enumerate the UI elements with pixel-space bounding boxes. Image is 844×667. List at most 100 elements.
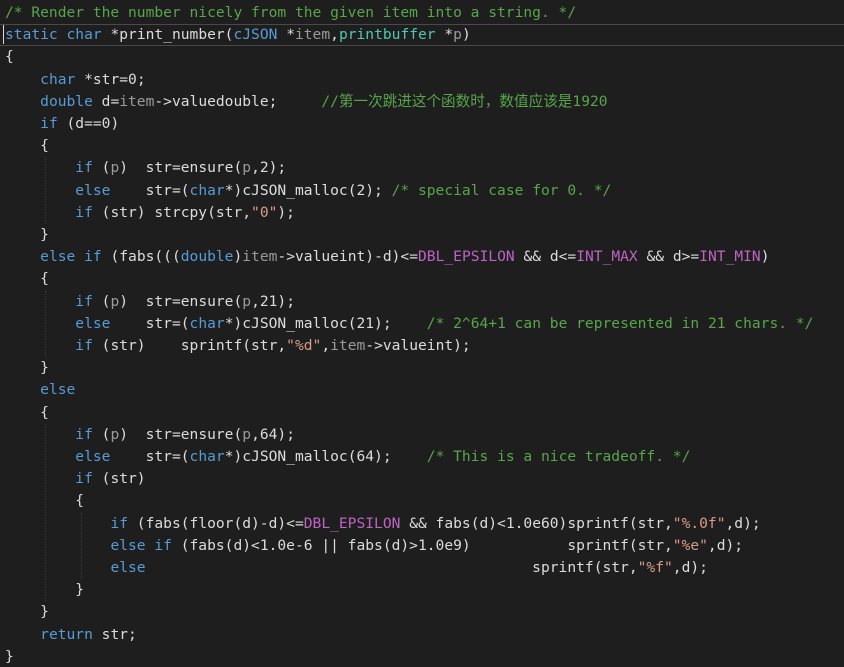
code-line[interactable]: else str=(char*)cJSON_malloc(21); /* 2^6… <box>5 313 813 335</box>
code-token: item <box>330 337 366 354</box>
code-token: } <box>5 647 14 665</box>
code-token: (fabs(floor(d)-d)<= <box>128 514 304 532</box>
indent-guide <box>45 423 46 602</box>
code-token: /* 2^64+1 can be represented in 21 chars… <box>426 314 814 332</box>
code-token: else if <box>110 536 172 554</box>
code-token: , <box>321 337 331 354</box>
code-token: *)cJSON_malloc(64); <box>224 448 427 465</box>
code-token: ) <box>760 248 770 266</box>
code-token: && d<= <box>514 248 577 266</box>
code-token: ( <box>92 425 111 443</box>
code-line[interactable]: { <box>5 135 49 157</box>
code-token: ) str=ensure( <box>119 425 243 443</box>
code-line[interactable]: if (fabs(floor(d)-d)<=DBL_EPSILON && fab… <box>5 513 761 535</box>
code-line[interactable]: { <box>5 402 49 424</box>
code-line[interactable]: if (str) sprintf(str,"%d",item->valueint… <box>5 335 470 357</box>
code-token: p <box>242 292 252 310</box>
code-token: /* Render the number nicely from the giv… <box>5 4 577 21</box>
code-token: if <box>75 425 93 443</box>
code-line[interactable]: if (str) strcpy(str,"0"); <box>5 202 295 224</box>
code-token: && fabs(d)<1.0e60)sprintf(str, <box>400 514 673 532</box>
code-token: sprintf(str, <box>145 559 638 576</box>
code-line[interactable]: else if (fabs(d)<1.0e-6 || fabs(d)>1.0e9… <box>5 535 743 557</box>
code-token: double <box>180 248 234 266</box>
code-line[interactable]: } <box>5 224 49 246</box>
code-line[interactable]: } <box>5 646 14 667</box>
code-token: "0" <box>251 203 278 221</box>
code-line[interactable]: if (p) str=ensure(p,2); <box>5 157 286 179</box>
code-token: "%e" <box>672 536 708 554</box>
code-token: (fabs((( <box>101 248 181 266</box>
code-token: if <box>40 115 58 132</box>
code-token: static <box>5 26 58 44</box>
code-line[interactable]: static char *print_number(cJSON *item,pr… <box>0 24 844 47</box>
code-line[interactable]: else <box>5 379 75 401</box>
code-token: (str) strcpy(str, <box>92 203 252 221</box>
code-line[interactable]: } <box>5 357 49 379</box>
code-token: ); <box>277 203 295 221</box>
code-token: { <box>5 403 49 421</box>
code-token: ,d); <box>725 514 761 532</box>
code-token: p <box>242 425 252 443</box>
code-token: ->valueint)-d)<= <box>277 248 419 266</box>
code-token: ->valuedouble; <box>154 92 322 110</box>
code-token: , <box>330 26 339 44</box>
code-line[interactable]: if (p) str=ensure(p,21); <box>5 291 295 313</box>
code-token: ) str=ensure( <box>119 292 243 310</box>
code-token: /* special case for 0. */ <box>391 181 612 199</box>
indent-guide <box>81 512 82 580</box>
code-token: else <box>40 381 76 399</box>
code-line[interactable]: else if (fabs(((double)item->valueint)-d… <box>5 246 770 268</box>
code-line[interactable]: double d=item->valuedouble; //第一次跳进这个函数时… <box>5 91 607 113</box>
code-line[interactable]: if (d==0) <box>5 113 119 135</box>
code-token: ,64); <box>251 425 295 443</box>
code-line[interactable]: return str; <box>5 624 137 646</box>
code-token: ) <box>233 248 243 266</box>
code-token: if <box>75 292 93 310</box>
code-token: char <box>189 181 225 199</box>
code-token: DBL_EPSILON <box>303 514 401 532</box>
code-line[interactable]: char *str=0; <box>5 69 145 91</box>
code-line[interactable]: if (p) str=ensure(p,64); <box>5 424 295 446</box>
code-token: item <box>294 26 331 44</box>
code-line[interactable]: else str=(char*)cJSON_malloc(64); /* Thi… <box>5 446 690 468</box>
code-line[interactable]: } <box>5 601 49 623</box>
code-token: else <box>75 181 111 199</box>
code-token: ,2); <box>251 159 287 177</box>
code-line[interactable]: else str=(char*)cJSON_malloc(2); /* spec… <box>5 180 611 202</box>
code-token: p <box>110 425 120 443</box>
code-token: ) str=ensure( <box>119 159 243 177</box>
code-token: p <box>110 159 120 177</box>
code-line[interactable]: if (str) <box>5 468 145 490</box>
code-token: p <box>453 26 462 44</box>
code-token: *)cJSON_malloc(21); <box>224 314 427 332</box>
code-token: str=( <box>110 314 190 332</box>
code-token: if <box>75 470 93 488</box>
code-token: INT_MIN <box>699 248 761 266</box>
code-token: ( <box>92 159 111 177</box>
code-line[interactable]: { <box>5 268 49 290</box>
code-editor[interactable]: /* Render the number nicely from the giv… <box>0 0 844 667</box>
code-line[interactable]: { <box>5 46 14 68</box>
code-token: printbuffer <box>338 26 436 44</box>
code-line[interactable]: else sprintf(str,"%f",d); <box>5 557 708 579</box>
code-token: *print_number( <box>101 26 234 44</box>
code-token: cJSON <box>233 26 278 44</box>
code-line[interactable]: /* Render the number nicely from the giv… <box>5 2 576 24</box>
code-token: { <box>5 270 49 288</box>
